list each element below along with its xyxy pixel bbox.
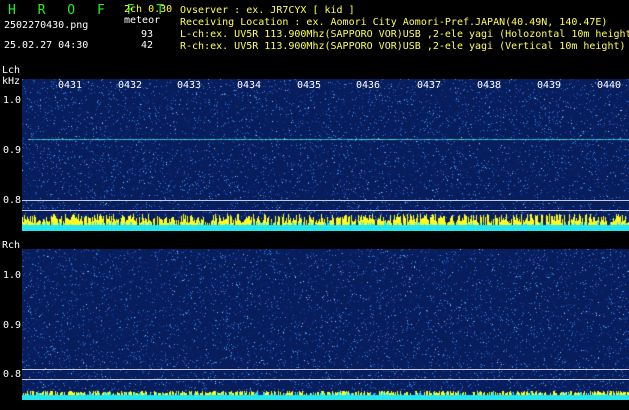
lch-label: Lch xyxy=(2,65,21,76)
rch-waterfall xyxy=(22,249,629,400)
time-tick-0434: 0434 xyxy=(237,80,262,91)
time-tick-0432: 0432 xyxy=(118,80,143,91)
rch-marker-line-upper xyxy=(22,369,629,370)
meteor-label: meteor xyxy=(124,15,161,26)
lch-ytick-1-0: 1.0 xyxy=(3,95,22,106)
lch-waterfall-canvas xyxy=(22,79,629,231)
location-info: Receiving Location : ex. Aomori City Aom… xyxy=(180,17,608,28)
filename-label: 2502270430.png xyxy=(4,20,89,31)
rch-waterfall-canvas xyxy=(22,249,629,400)
time-tick-0440: 0440 xyxy=(597,80,622,91)
rch-marker-line-lower xyxy=(22,379,629,380)
timestamp-label: 25.02.27 04:30 xyxy=(4,40,89,51)
lch-marker-line-upper xyxy=(22,200,629,201)
lch-meteor-count: 93 xyxy=(140,29,153,40)
lch-unit-label: kHz xyxy=(2,76,21,87)
time-tick-0431: 0431 xyxy=(58,80,83,91)
time-tick-0433: 0433 xyxy=(177,80,202,91)
time-tick-0435: 0435 xyxy=(297,80,322,91)
rch-label: Rch xyxy=(2,240,21,251)
rch-ytick-1-0: 1.0 xyxy=(3,270,22,281)
lch-ytick-0-9: 0.9 xyxy=(3,145,22,156)
lch-ytick-0-8: 0.8 xyxy=(3,195,22,206)
lch-info: L-ch:ex. UV5R 113.900Mhz(SAPPORO VOR)USB… xyxy=(180,29,629,40)
rch-ytick-0-8: 0.8 xyxy=(3,369,22,380)
observer-info: Ovserver : ex. JR7CYX [ kid ] xyxy=(180,5,355,16)
time-tick-0438: 0438 xyxy=(477,80,502,91)
time-tick-0436: 0436 xyxy=(356,80,381,91)
rch-meteor-count: 42 xyxy=(140,40,153,51)
channel-mode-label: 2ch 0.30 xyxy=(124,4,173,15)
lch-marker-line-lower xyxy=(22,210,629,211)
rch-ytick-0-9: 0.9 xyxy=(3,320,22,331)
lch-waterfall xyxy=(22,79,629,231)
rch-info: R-ch:ex. UV5R 113.900Mhz(SAPPORO VOR)USB… xyxy=(180,41,626,52)
time-tick-0437: 0437 xyxy=(417,80,442,91)
time-tick-0439: 0439 xyxy=(537,80,562,91)
